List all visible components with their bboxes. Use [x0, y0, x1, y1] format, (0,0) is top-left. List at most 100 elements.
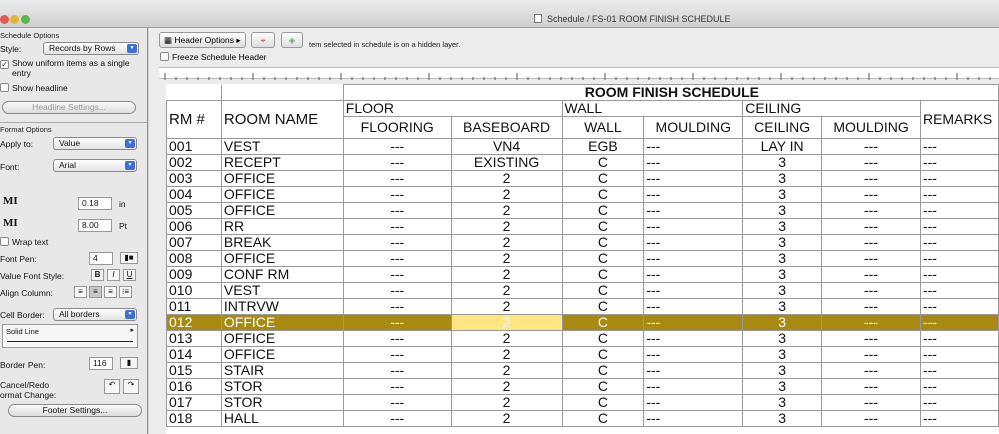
freeze-header-option[interactable]: Freeze Schedule Header [160, 52, 267, 62]
table-cell[interactable]: OFFICE [220, 186, 344, 203]
uniform-items-checkbox[interactable]: ✓ [0, 60, 9, 69]
border-pen-color-button[interactable]: ▮ [120, 357, 138, 369]
table-cell[interactable]: --- [919, 266, 999, 283]
vertical-margin-input[interactable]: 8.00 [78, 219, 112, 232]
column-ruler[interactable] [159, 67, 999, 80]
style-select[interactable]: Records by Rows ▾ [43, 42, 139, 55]
table-row[interactable]: 001 VEST --- VN4 EGB --- LAY IN --- --- [166, 138, 999, 155]
font-pen-color-button[interactable]: ▮■ [120, 252, 138, 264]
table-cell[interactable]: STOR [220, 378, 344, 395]
table-cell[interactable]: --- [919, 394, 999, 411]
table-cell[interactable]: 017 [166, 394, 222, 411]
header-floor[interactable]: FLOOR [342, 100, 563, 117]
schedule-title[interactable]: ROOM FINISH SCHEDULE [342, 84, 999, 101]
table-cell[interactable]: --- [643, 410, 744, 427]
table-cell[interactable]: C [561, 394, 645, 411]
table-cell[interactable]: 018 [166, 410, 222, 427]
table-row[interactable]: 009 CONF RM --- 2 C --- 3 --- --- [166, 266, 999, 283]
table-cell[interactable]: OFFICE [220, 202, 344, 219]
table-cell[interactable]: 2 [450, 202, 563, 219]
table-cell[interactable]: --- [821, 410, 921, 427]
table-cell[interactable]: --- [342, 266, 452, 283]
table-cell[interactable]: EGB [561, 138, 645, 155]
close-window-button[interactable] [0, 15, 9, 24]
table-cell[interactable]: VEST [220, 282, 344, 299]
border-pen-input[interactable]: 116 [89, 357, 113, 370]
table-cell[interactable]: --- [342, 346, 452, 363]
table-cell[interactable]: 2 [450, 378, 563, 395]
table-cell[interactable]: 3 [742, 378, 823, 395]
table-cell[interactable]: 3 [742, 218, 823, 235]
table-cell[interactable]: 3 [742, 314, 823, 331]
table-cell[interactable]: 004 [166, 186, 222, 203]
table-cell[interactable]: OFFICE [220, 330, 344, 347]
table-cell[interactable]: --- [821, 154, 921, 171]
header-baseboard[interactable]: BASEBOARD [450, 116, 563, 139]
table-cell[interactable]: 2 [450, 234, 563, 251]
headline-option[interactable]: Show headline [0, 83, 68, 93]
apply-to-select[interactable]: Value ▾ [53, 137, 137, 150]
table-cell[interactable]: 3 [742, 330, 823, 347]
table-cell[interactable]: 002 [166, 154, 222, 171]
table-cell[interactable]: --- [919, 330, 999, 347]
table-cell[interactable]: 2 [450, 410, 563, 427]
header-wall-moulding[interactable]: MOULDING [643, 116, 744, 139]
select-tool-icon[interactable]: ⌖ [251, 32, 275, 48]
table-cell[interactable]: --- [342, 138, 452, 155]
table-cell[interactable]: --- [643, 394, 744, 411]
table-cell[interactable]: 2 [450, 298, 563, 315]
table-cell[interactable]: 2 [450, 346, 563, 363]
table-row[interactable]: 018 HALL --- 2 C --- 3 --- --- [166, 410, 999, 427]
font-select[interactable]: Arial ▾ [53, 159, 137, 172]
table-cell[interactable]: C [561, 346, 645, 363]
table-cell[interactable]: --- [919, 250, 999, 267]
table-cell[interactable]: --- [342, 250, 452, 267]
table-cell[interactable]: C [561, 186, 645, 203]
table-cell[interactable]: C [561, 362, 645, 379]
cell-border-select[interactable]: All borders ▾ [53, 308, 137, 321]
table-cell[interactable]: --- [643, 298, 744, 315]
line-style-selector[interactable]: Solid Line ▸ [2, 324, 138, 348]
table-row[interactable]: 003 OFFICE --- 2 C --- 3 --- --- [166, 170, 999, 187]
table-cell[interactable]: C [561, 250, 645, 267]
bold-button[interactable]: B [91, 269, 104, 281]
header-rm-number[interactable]: RM # [166, 100, 222, 139]
table-row[interactable]: 015 STAIR --- 2 C --- 3 --- --- [166, 362, 999, 379]
table-cell[interactable]: 011 [166, 298, 222, 315]
table-cell[interactable]: C [561, 410, 645, 427]
table-cell[interactable]: --- [821, 202, 921, 219]
header-options-button[interactable]: ▦ Header Options ▸ [159, 32, 246, 48]
table-cell[interactable]: C [561, 154, 645, 171]
table-cell[interactable]: 2 [450, 282, 563, 299]
table-cell[interactable]: --- [643, 250, 744, 267]
table-cell[interactable]: C [561, 282, 645, 299]
table-cell[interactable]: C [561, 202, 645, 219]
table-cell[interactable]: OFFICE [220, 250, 344, 267]
table-cell[interactable]: 2 [450, 266, 563, 283]
table-cell[interactable]: C [561, 314, 645, 331]
schedule-grid[interactable]: ROOM FINISH SCHEDULE RM # ROOM NAME FLOO… [166, 84, 999, 434]
table-cell[interactable]: --- [342, 282, 452, 299]
table-cell[interactable]: OFFICE [220, 170, 344, 187]
table-row[interactable]: 012 OFFICE --- 2 C --- 3 --- --- [166, 314, 999, 331]
table-cell[interactable]: 008 [166, 250, 222, 267]
table-row[interactable]: 002 RECEPT --- EXISTING C --- 3 --- --- [166, 154, 999, 171]
minimize-window-button[interactable] [10, 15, 19, 24]
table-cell[interactable]: --- [919, 410, 999, 427]
table-cell[interactable]: 2 [450, 394, 563, 411]
table-cell[interactable]: --- [342, 362, 452, 379]
table-cell[interactable]: --- [919, 218, 999, 235]
table-cell[interactable]: --- [919, 378, 999, 395]
footer-settings-button[interactable]: Footer Settings... [8, 404, 142, 417]
table-cell[interactable]: --- [821, 330, 921, 347]
table-cell[interactable]: 2 [450, 330, 563, 347]
table-cell[interactable]: --- [821, 138, 921, 155]
redo-icon[interactable]: ↷ [123, 379, 139, 394]
table-row[interactable]: 005 OFFICE --- 2 C --- 3 --- --- [166, 202, 999, 219]
table-cell[interactable]: --- [821, 362, 921, 379]
table-cell[interactable]: STOR [220, 394, 344, 411]
table-cell[interactable]: --- [342, 170, 452, 187]
table-cell[interactable]: --- [821, 378, 921, 395]
table-cell[interactable]: --- [821, 218, 921, 235]
table-row[interactable]: 007 BREAK --- 2 C --- 3 --- --- [166, 234, 999, 251]
